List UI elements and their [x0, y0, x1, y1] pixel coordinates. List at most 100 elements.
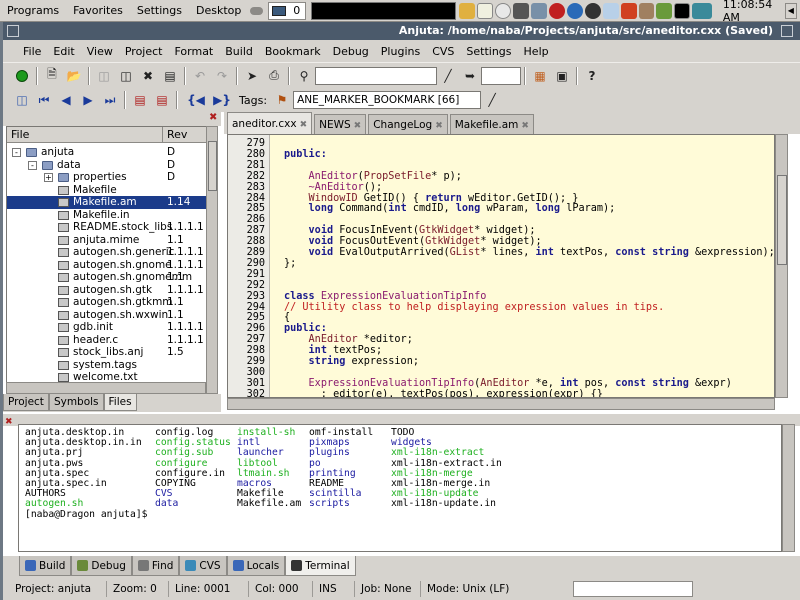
notes-icon[interactable]	[477, 2, 494, 19]
tree-file-row[interactable]: gdb.init 1.1.1.1	[7, 321, 207, 334]
undo-icon[interactable]: ↶	[191, 67, 209, 85]
menu-help[interactable]: Help	[518, 45, 555, 58]
tree-file-row[interactable]: autogen.sh.gtk 1.1.1.1	[7, 284, 207, 297]
tree-file-row[interactable]: stock_libs.anj 1.5	[7, 346, 207, 359]
bottom-tab-terminal[interactable]: Terminal	[285, 556, 356, 576]
menu-debug[interactable]: Debug	[327, 45, 375, 58]
block-end-icon[interactable]: ▶}	[213, 91, 231, 109]
tree-file-row[interactable]: autogen.sh.gnomemm 1.1	[7, 271, 207, 284]
open-file-icon[interactable]: 📂	[65, 67, 83, 85]
tab-close-icon[interactable]: ✖	[435, 121, 443, 131]
goto-icon[interactable]: ➤	[243, 67, 261, 85]
apps-icon[interactable]	[656, 2, 673, 19]
panel-menu-programs[interactable]: Programs	[0, 0, 66, 22]
tree-file-row[interactable]: anjuta.mime 1.1	[7, 234, 207, 247]
expand-icon[interactable]: +	[44, 173, 53, 182]
network-icon[interactable]	[692, 2, 712, 19]
workspace-switcher[interactable]: 0	[267, 1, 306, 20]
terminal-launcher-icon[interactable]	[674, 2, 691, 19]
tree-file-row[interactable]: autogen.sh.gtkmm 1.1	[7, 296, 207, 309]
save-icon[interactable]: ◫	[95, 67, 113, 85]
tasklist[interactable]	[310, 1, 457, 20]
find-icon[interactable]: ⚲	[295, 67, 313, 85]
window-close-button[interactable]	[781, 25, 793, 37]
print-icon[interactable]: ⎙	[265, 67, 283, 85]
bottom-pane-close-icon[interactable]: ✖	[5, 417, 13, 427]
save-all-icon[interactable]: ◫	[117, 67, 135, 85]
bottom-tab-build[interactable]: Build	[19, 556, 72, 576]
next-bookmark-icon[interactable]: ▶	[79, 91, 97, 109]
menu-cvs[interactable]: CVS	[426, 45, 460, 58]
first-bookmark-icon[interactable]: ⏮	[35, 91, 53, 109]
editor-tab-aneditor[interactable]: aneditor.cxx ✖	[227, 112, 313, 134]
tree-file-row[interactable]: autogen.sh.wxwin 1.1	[7, 309, 207, 322]
menu-plugins[interactable]: Plugins	[375, 45, 426, 58]
tools-icon[interactable]	[620, 2, 637, 19]
window-titlebar[interactable]: Anjuta: /home/naba/Projects/anjuta/src/a…	[3, 22, 800, 40]
tags-combo[interactable]: ANE_MARKER_BOOKMARK [66]	[293, 91, 482, 109]
toggle-bookmark-icon[interactable]: ◫	[13, 91, 31, 109]
file-tree-hscrollbar[interactable]	[6, 382, 206, 394]
last-bookmark-icon[interactable]: ⏭	[101, 91, 119, 109]
tree-file-row[interactable]: README.stock_libs 1.1.1.1	[7, 221, 207, 234]
chat-icon[interactable]	[602, 2, 619, 19]
tags-combo-arrow-icon[interactable]: ╱	[483, 91, 501, 109]
gimp-icon[interactable]	[638, 2, 655, 19]
terminal-output[interactable]: anjuta.desktop.in anjuta.desktop.in.in anj…	[18, 424, 782, 552]
editor-tab-changelog[interactable]: ChangeLog ✖	[368, 114, 448, 134]
menu-settings[interactable]: Settings	[460, 45, 517, 58]
globe-icon[interactable]	[567, 2, 583, 19]
block-start-icon[interactable]: {◀	[183, 91, 209, 109]
bottom-tab-find[interactable]: Find	[131, 556, 180, 576]
help-question-icon[interactable]: ?	[583, 67, 601, 85]
new-file-icon[interactable]: 🗎	[43, 67, 61, 85]
bottom-tab-debug[interactable]: Debug	[71, 556, 132, 576]
column-header-rev[interactable]: Rev	[163, 127, 207, 143]
tree-file-row[interactable]: Makefile.in	[7, 209, 207, 222]
goto-line-icon[interactable]: ➥	[461, 67, 479, 85]
tab-close-icon[interactable]: ✖	[354, 121, 362, 131]
tree-file-row[interactable]: system.tags	[7, 359, 207, 372]
reload-icon[interactable]: ▤	[161, 67, 179, 85]
bottom-tab-cvs[interactable]: CVS	[179, 556, 227, 576]
goto-line-input[interactable]	[481, 66, 521, 85]
find-input[interactable]	[315, 66, 437, 85]
bottom-tab-locals[interactable]: Locals	[226, 556, 286, 576]
prev-bookmark-icon[interactable]: ◀	[57, 91, 75, 109]
tree-file-row[interactable]: autogen.sh.gnome 1.1.1.1	[7, 259, 207, 272]
menu-format[interactable]: Format	[168, 45, 219, 58]
tree-folder-row[interactable]: - anjuta D	[7, 146, 207, 159]
gnome-icon[interactable]	[584, 2, 601, 19]
left-pane-close-icon[interactable]: ✖	[209, 112, 217, 123]
shoe-icon[interactable]	[250, 6, 263, 15]
tab-close-icon[interactable]: ✖	[300, 120, 308, 130]
menu-edit[interactable]: Edit	[47, 45, 80, 58]
file-tree-scrollbar[interactable]	[206, 126, 218, 394]
tab-project[interactable]: Project	[3, 394, 49, 411]
window-icon[interactable]	[531, 2, 548, 19]
tab-symbols[interactable]: Symbols	[48, 394, 104, 411]
scrollbar-thumb[interactable]	[777, 175, 787, 265]
panel-menu-desktop[interactable]: Desktop	[189, 0, 248, 22]
next-mesg-icon[interactable]: ▤	[153, 91, 171, 109]
tree-file-row[interactable]: header.c 1.1.1.1	[7, 334, 207, 347]
menu-bookmark[interactable]: Bookmark	[259, 45, 327, 58]
project-icon[interactable]: ▦	[531, 67, 549, 85]
menu-project[interactable]: Project	[119, 45, 169, 58]
editor-scrollbar[interactable]	[775, 134, 788, 398]
redhat-icon[interactable]	[549, 2, 566, 19]
terminal-scrollbar[interactable]	[782, 424, 795, 552]
code-editor[interactable]: 279 280 281 282 283 284 285 286 287 288 289 290 291 2…	[227, 134, 775, 398]
tab-files[interactable]: Files	[103, 394, 137, 411]
menu-build[interactable]: Build	[219, 45, 259, 58]
panel-hide-arrow[interactable]: ◀	[784, 2, 798, 19]
menu-file[interactable]: File	[17, 45, 47, 58]
tree-file-row[interactable]: autogen.sh.generic 1.1.1.1	[7, 246, 207, 259]
panel-menu-settings[interactable]: Settings	[130, 0, 189, 22]
run-icon[interactable]	[13, 67, 31, 85]
scrollbar-thumb[interactable]	[208, 141, 217, 191]
tree-file-row[interactable]: Makefile.am 1.14	[7, 196, 207, 209]
collapse-icon[interactable]: -	[12, 148, 21, 157]
help-icon[interactable]	[495, 2, 512, 19]
close-file-icon[interactable]: ✖	[139, 67, 157, 85]
